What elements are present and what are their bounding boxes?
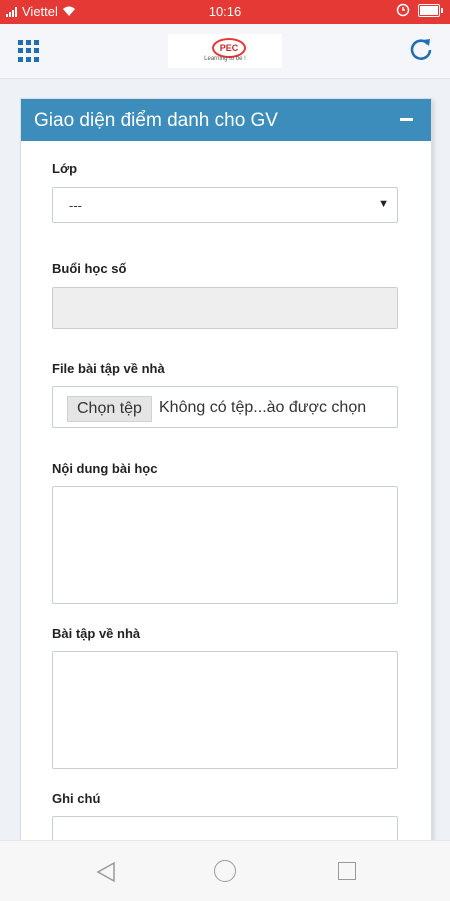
logo-tagline: Learning to be ! [204,56,246,62]
home-circle-icon[interactable] [214,860,236,882]
app-bar: PEC Learning to be ! [0,24,450,79]
notes-label: Ghi chú [52,791,101,806]
status-bar: Viettel 10:16 [0,0,450,24]
lesson-content-textarea[interactable] [52,486,398,604]
alarm-icon [396,3,410,17]
file-status-text: Không có tệp...ào được chọn [159,399,367,416]
homework-textarea[interactable] [52,651,398,769]
logo-mark: PEC [212,38,246,58]
lesson-content-label: Nội dung bài học [52,461,158,476]
battery-icon [418,3,443,17]
homework-label: Bài tập về nhà [52,626,141,641]
class-label: Lớp [52,161,78,176]
refresh-icon[interactable] [408,36,434,62]
system-nav-bar [0,840,450,901]
battery-fill [420,5,438,15]
panel-header: Giao diện điểm danh cho GV [21,99,431,141]
homework-file-label: File bài tập về nhà [52,361,165,376]
class-select-value: --- [69,198,82,213]
class-select[interactable]: --- ▼ [52,187,398,223]
choose-file-button[interactable]: Chọn tệp [67,396,152,422]
minus-icon[interactable] [400,118,413,121]
back-triangle-icon[interactable] [96,861,116,883]
session-label: Buổi học số [52,261,127,276]
status-time: 10:16 [208,4,242,19]
session-number-field [52,287,398,329]
grid-icon[interactable] [18,40,40,62]
chevron-down-icon: ▼ [378,198,389,210]
status-right [396,3,443,17]
recent-square-icon[interactable] [338,862,356,880]
panel-title: Giao diện điểm danh cho GV [34,110,278,131]
app-logo: PEC Learning to be ! [168,34,282,68]
homework-file-input[interactable]: Chọn tệp Không có tệp...ào được chọn [52,386,398,428]
